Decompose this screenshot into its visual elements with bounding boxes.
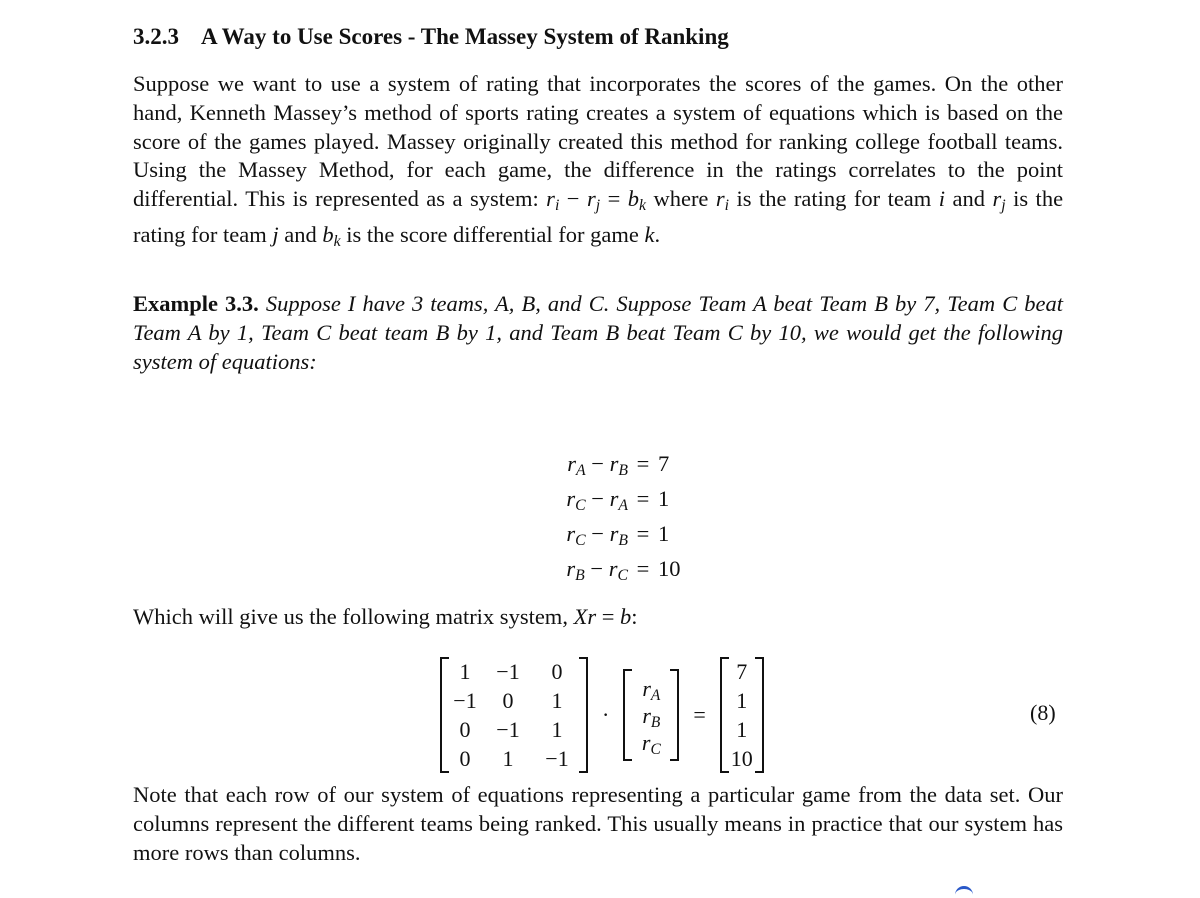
matrix-cell: 0 — [551, 659, 563, 684]
matrix-cell: −1 — [453, 688, 477, 713]
equation-row: rA − rB = 7 — [470, 451, 718, 486]
example-block: Example 3.3. Suppose I have 3 teams, A, … — [133, 290, 1063, 376]
equation-row: rC − rA = 1 — [470, 486, 718, 521]
vector-cell: 10 — [730, 746, 753, 771]
equation-rhs: 1 — [658, 521, 670, 546]
equation-rhs: 1 — [658, 486, 670, 511]
vector-cell: rB — [642, 702, 661, 731]
matrix-intro: Which will give us the following matrix … — [133, 604, 638, 629]
equation-rhs: 7 — [658, 451, 670, 476]
matrix-cell: −1 — [496, 659, 520, 684]
matrix-cell: −1 — [545, 746, 569, 771]
section-heading: 3.2.3 A Way to Use Scores - The Massey Sy… — [133, 24, 729, 50]
equation-system: rA − rB = 7 rC − rA = 1 rC − rB = 1 rB − rC = 10 — [470, 451, 718, 591]
dot-operator: · — [602, 702, 610, 727]
vector-cell: rC — [641, 729, 661, 758]
matrix-equation: 1 −1 0 −1 0 1 0 −1 1 0 1 −1 · rA rB rC = 7 1 1 10 — [440, 655, 764, 775]
equation-lhs: rC − rA — [566, 486, 628, 514]
vector-b: 7 1 1 10 — [719, 657, 764, 773]
matrix-cell: −1 — [496, 717, 520, 742]
section-number: 3.2.3 — [133, 24, 179, 49]
equation-row: rC − rB = 1 — [470, 521, 718, 556]
matrix-cell: 0 — [502, 688, 514, 713]
example-text: Suppose I have 3 teams, A, B, and C. Sup… — [133, 291, 1063, 374]
equals-sign: = — [636, 521, 650, 546]
section-title: A Way to Use Scores - The Massey System … — [201, 24, 729, 49]
cursor-artifact — [955, 886, 973, 898]
example-label: Example 3.3. — [133, 291, 259, 316]
vector-cell: 1 — [736, 688, 748, 713]
document-page: 3.2.3 A Way to Use Scores - The Massey Sy… — [0, 0, 1200, 895]
vector-cell: rA — [642, 675, 661, 704]
matrix-cell: 0 — [459, 746, 471, 771]
vector-cell: 1 — [736, 717, 748, 742]
matrix-cell: 1 — [459, 659, 471, 684]
vector-cell: 7 — [736, 659, 748, 684]
equation-number: (8) — [1030, 700, 1056, 725]
matrix-X: 1 −1 0 −1 0 1 0 −1 1 0 1 −1 — [440, 657, 588, 773]
equals-sign: = — [636, 451, 650, 476]
matrix-cell: 1 — [551, 717, 563, 742]
equation-lhs: rB − rC — [566, 556, 628, 584]
equation-lhs: rA − rB — [567, 451, 628, 479]
matrix-cell: 0 — [459, 717, 471, 742]
equals-sign: = — [636, 556, 650, 581]
matrix-cell: 1 — [551, 688, 563, 713]
vector-r: rA rB rC — [623, 669, 680, 761]
intro-paragraph: Suppose we want to use a system of ratin… — [133, 71, 1064, 250]
equals-sign: = — [693, 702, 706, 727]
note-paragraph: Note that each row of our system of equa… — [133, 782, 1063, 865]
equation-lhs: rC − rB — [566, 521, 628, 549]
equals-sign: = — [636, 486, 650, 511]
matrix-cell: 1 — [502, 746, 514, 771]
equation-rhs: 10 — [658, 556, 681, 581]
equation-row: rB − rC = 10 — [470, 556, 718, 591]
